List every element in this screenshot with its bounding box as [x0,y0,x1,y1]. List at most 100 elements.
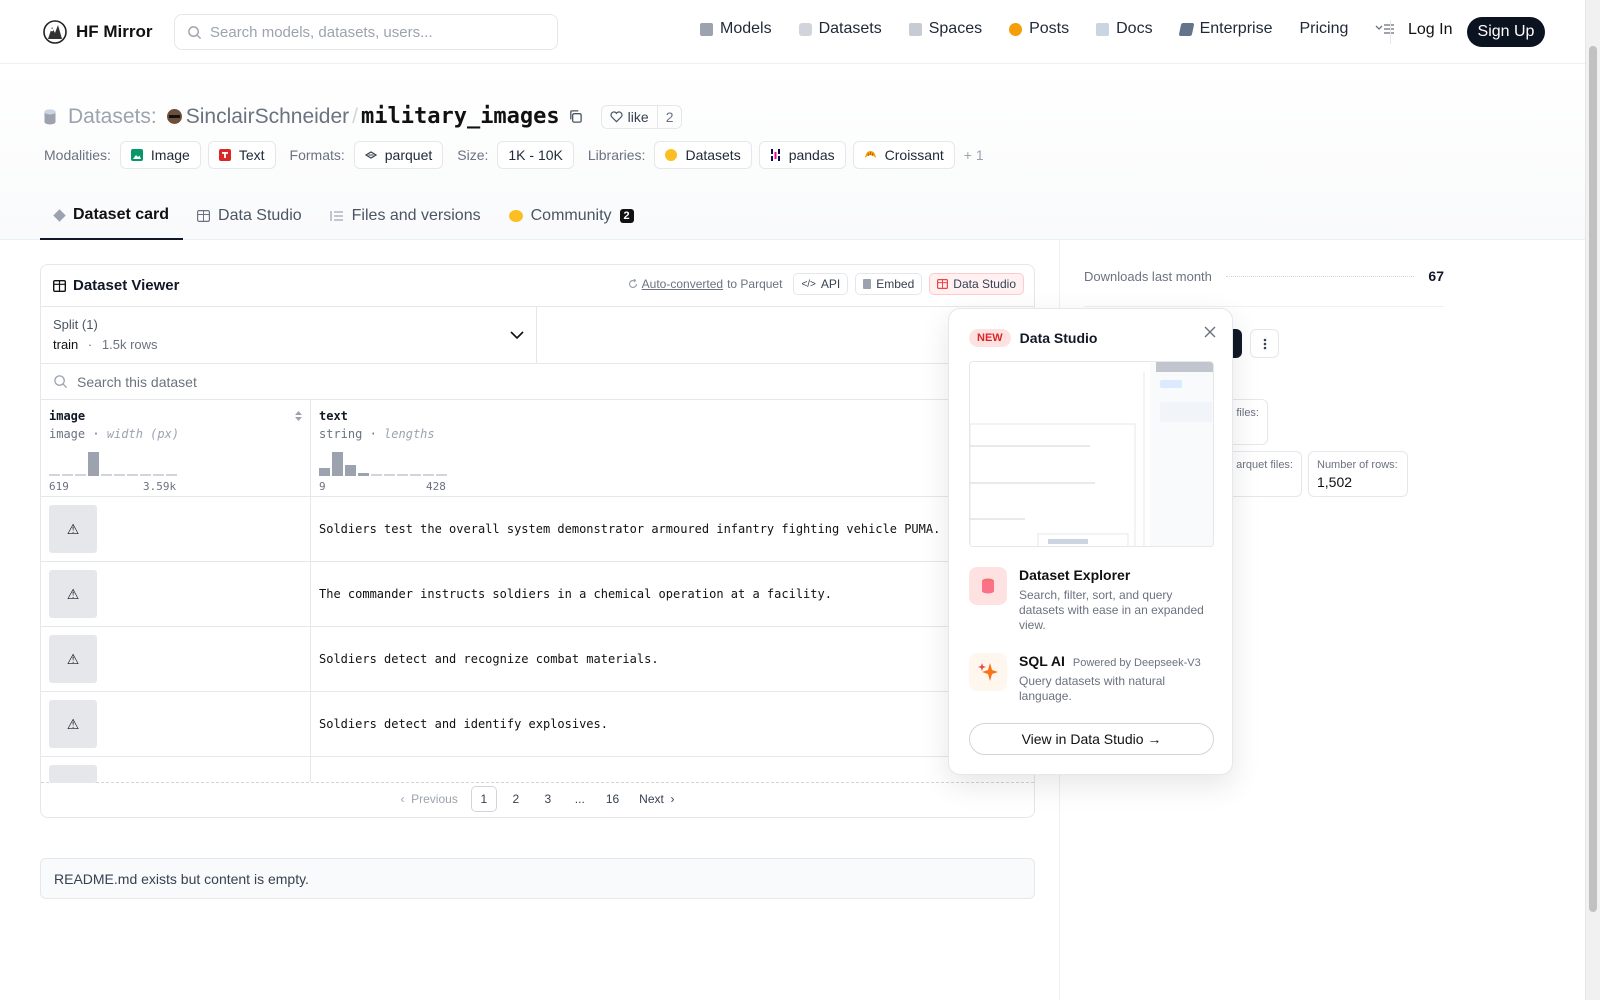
histogram-image-width [49,450,177,476]
tag-library-pandas[interactable]: pandas [758,141,846,169]
tab-community[interactable]: Community 2 [495,192,648,240]
close-icon[interactable] [1204,326,1216,338]
breadcrumb-datasets[interactable]: Datasets: [68,105,157,129]
next-page[interactable]: Next › [632,786,681,812]
owner-link[interactable]: SinclairSchneider [186,105,349,129]
hist-max: 428 [426,480,446,493]
histogram-bar [114,474,125,476]
histogram-text-lengths [319,450,447,476]
histogram-bar [153,474,164,476]
sort-icon[interactable] [294,410,303,422]
signup-button[interactable]: Sign Up [1467,17,1545,47]
nav-enterprise[interactable]: Enterprise [1178,20,1272,38]
dataset-search[interactable] [41,364,1034,400]
column-header-text[interactable]: text string · lengths 9 428 [311,400,1034,496]
text-cell: The commander instructs soldiers in a ch… [319,587,832,601]
image-icon [130,149,143,161]
community-count-badge: 2 [619,209,634,223]
menu-icon [1375,24,1395,34]
downloads-value: 67 [1428,268,1444,284]
tag-modality-image[interactable]: Image [119,141,201,169]
warning-icon: ⚠ [49,635,97,683]
login-link[interactable]: Log In [1408,21,1452,39]
data-studio-label: Data Studio [953,277,1016,291]
histogram-bar [101,474,112,476]
dataset-search-input[interactable] [77,373,477,390]
column-header-image[interactable]: image image · width (px) 619 3.59k [41,400,311,496]
next-label: Next [639,792,664,806]
tab-dataset-card-label: Dataset card [73,206,170,223]
split-selector[interactable]: Split (1) train · 1.5k rows [41,307,537,363]
tab-dataset-card[interactable]: Dataset card [40,192,184,240]
view-in-studio-button[interactable]: View in Data Studio → [969,723,1214,755]
scrollbar-thumb[interactable] [1589,46,1597,912]
owner-avatar [166,109,182,124]
more-libraries[interactable]: + 1 [964,147,984,163]
column-name: image [49,409,86,423]
tag-library-datasets[interactable]: Datasets [654,141,752,169]
tag-format-parquet[interactable]: parquet [353,141,444,169]
api-button[interactable]: </> API [793,273,849,295]
histogram-bar [345,465,356,476]
tag-modality-text[interactable]: Text [207,141,276,169]
feature1-title: Dataset Explorer [1019,567,1131,583]
table-row[interactable]: ⚠ Soldiers test the overall system demon… [41,497,1034,562]
like-button[interactable]: like 2 [600,104,683,129]
histogram-bar [140,474,151,476]
brand[interactable]: HF Mirror [42,19,153,45]
page-16[interactable]: 16 [599,786,626,812]
embed-button[interactable]: Embed [855,273,923,295]
nav-models-label: Models [720,20,772,37]
table-row[interactable]: ⚠ Soldiers detect and recognize combat m… [41,627,1034,692]
nav-posts[interactable]: Posts [1009,20,1069,38]
global-search[interactable] [174,14,558,50]
nav-pricing[interactable]: Pricing [1299,20,1348,38]
page-3[interactable]: 3 [535,786,561,812]
page-2[interactable]: 2 [503,786,529,812]
page-scrollbar[interactable] [1585,0,1600,1000]
auto-converted-link[interactable]: Auto-converted [642,277,723,291]
nav-docs[interactable]: Docs [1096,20,1153,38]
prev-page[interactable]: ‹ Previous [393,786,464,812]
nav-more[interactable] [1375,22,1395,36]
page-ellipsis: ... [574,792,585,806]
warning-icon: ⚠ [49,570,97,618]
global-search-input[interactable] [210,23,540,41]
table-row[interactable]: ⚠ Soldiers detect and identify explosive… [41,692,1034,757]
main-nav: Models Datasets Spaces Posts Docs Enterp… [700,20,1422,38]
tab-data-studio[interactable]: Data Studio [183,192,316,240]
column-type-name: string [319,427,363,441]
split-dot: · [87,337,93,352]
more-options-button[interactable] [1250,329,1279,358]
preview-illustration [970,362,1213,546]
breadcrumb-slash: / [352,104,358,128]
tag-library-croissant[interactable]: Croissant [852,141,955,169]
feature-sql-ai: SQL AI Powered by Deepseek-V3 Query datas… [969,653,1212,704]
nav-models[interactable]: Models [700,20,772,38]
image-cell: ⚠ [41,562,311,626]
tag-parquet-label: parquet [384,147,433,163]
repo-name[interactable]: military_images [361,104,560,129]
tag-size[interactable]: 1K - 10K [497,141,574,169]
tab-files[interactable]: Files and versions [316,192,495,240]
tab-files-label: Files and versions [351,207,481,224]
chat-bubble-icon [1009,22,1023,36]
text-icon [218,149,231,161]
histogram-bar [397,474,408,476]
api-label: API [820,277,841,291]
table-row[interactable] [41,757,1034,783]
split-rows: 1.5k rows [101,337,158,352]
page-1[interactable]: 1 [470,786,497,812]
code-icon: </> [801,278,816,290]
tab-data-studio-label: Data Studio [218,207,302,224]
search-icon [188,25,202,39]
nav-datasets[interactable]: Datasets [798,20,882,38]
data-studio-button[interactable]: Data Studio [929,273,1024,295]
nav-spaces[interactable]: Spaces [908,20,982,38]
histogram-bar [88,452,99,476]
warning-icon: ⚠ [49,505,97,553]
table-row[interactable]: ⚠ The commander instructs soldiers in a … [41,562,1034,627]
downloads-dots [1225,275,1415,277]
copy-icon[interactable] [568,109,583,124]
book-icon [1096,22,1110,36]
